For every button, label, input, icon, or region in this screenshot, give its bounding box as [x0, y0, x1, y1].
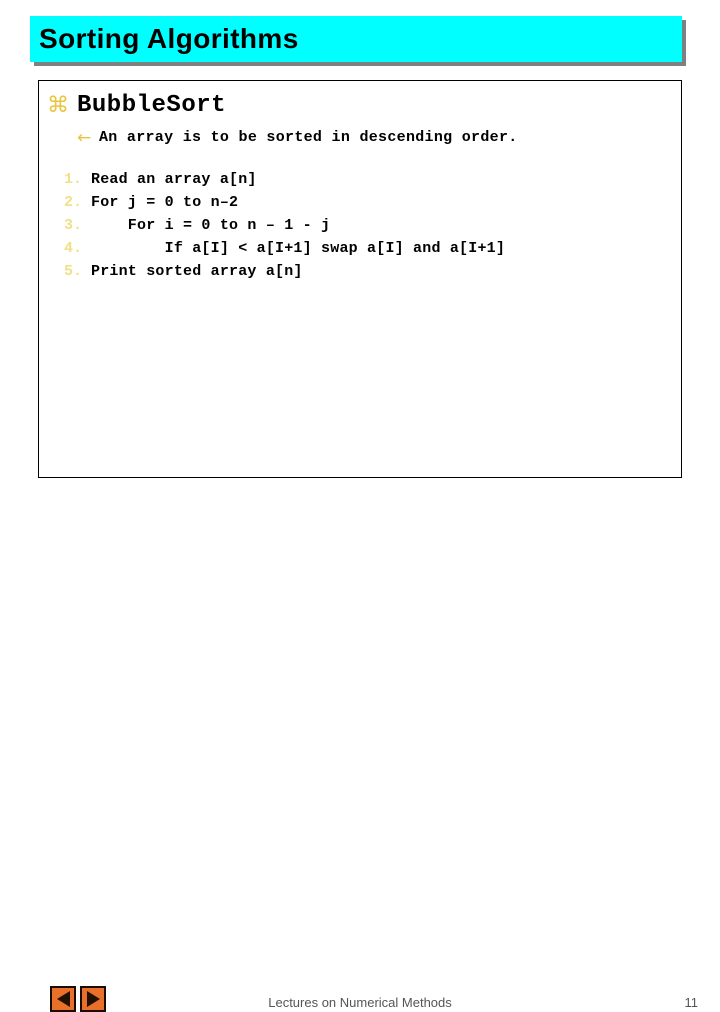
- bullet-item-description: ← An array is to be sorted in descending…: [77, 127, 681, 149]
- slide-footer: Lectures on Numerical Methods 11: [0, 490, 720, 1012]
- algorithm-steps-list: 1. Read an array a[n] 2. For j = 0 to n–…: [64, 171, 681, 286]
- page-title: Sorting Algorithms: [39, 23, 299, 54]
- slide-title-bar: Sorting Algorithms: [30, 16, 682, 62]
- list-item: 5. Print sorted array a[n]: [64, 263, 681, 286]
- step-text: For i = 0 to n – 1 - j: [91, 217, 331, 234]
- step-number: 4.: [64, 240, 83, 257]
- step-number: 2.: [64, 194, 83, 211]
- step-number: 3.: [64, 217, 83, 234]
- step-text: If a[I] < a[I+1] swap a[I] and a[I+1]: [91, 240, 506, 257]
- footer-center-label: Lectures on Numerical Methods: [268, 995, 452, 1010]
- bullet-label-description: An array is to be sorted in descending o…: [99, 129, 518, 146]
- list-item: 3. For i = 0 to n – 1 - j: [64, 217, 681, 240]
- left-arrow-bullet-icon: ←: [77, 128, 92, 148]
- step-number: 1.: [64, 171, 83, 188]
- step-text: Print sorted array a[n]: [91, 263, 303, 280]
- step-text: For j = 0 to n–2: [91, 194, 239, 211]
- slide-content-box: ⌘ BubbleSort ← An array is to be sorted …: [38, 80, 682, 478]
- step-number: 5.: [64, 263, 83, 280]
- bullet-item-bubblesort: ⌘ BubbleSort: [44, 91, 681, 121]
- place-of-interest-bullet-icon: ⌘: [47, 93, 69, 118]
- bullet-label-bubblesort: BubbleSort: [77, 92, 227, 119]
- step-text: Read an array a[n]: [91, 171, 257, 188]
- list-item: 2. For j = 0 to n–2: [64, 194, 681, 217]
- list-item: 4. If a[I] < a[I+1] swap a[I] and a[I+1]: [64, 240, 681, 263]
- page-number: 11: [684, 995, 699, 1010]
- list-item: 1. Read an array a[n]: [64, 171, 681, 194]
